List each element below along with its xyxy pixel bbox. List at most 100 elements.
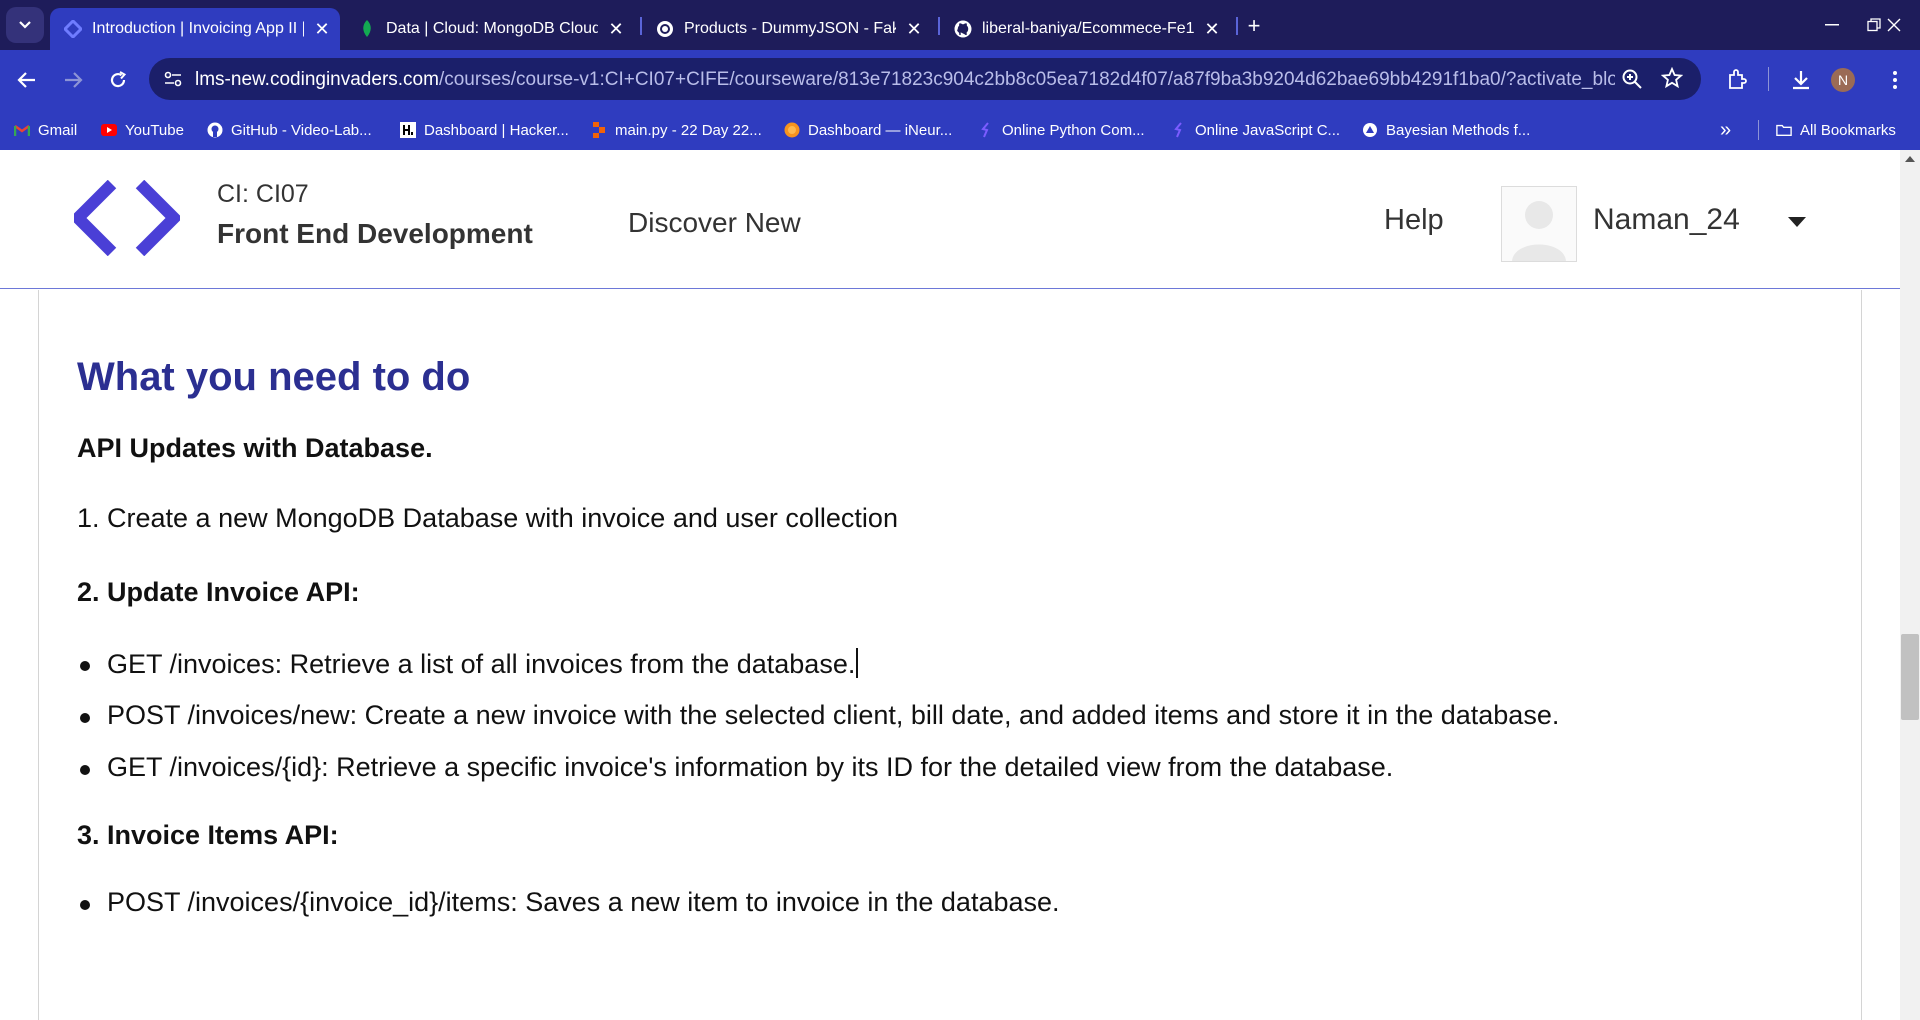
browser-tab-strip: Introduction | Invoicing App II | ✕ Data… <box>0 0 1920 50</box>
download-icon[interactable] <box>1786 65 1816 95</box>
bookmark-star-icon[interactable] <box>1660 66 1684 94</box>
bookmark-javascript-compiler[interactable]: Online JavaScript C... <box>1171 119 1340 141</box>
bookmark-gmail[interactable]: Gmail <box>14 119 77 141</box>
address-bar[interactable]: lms-new.codinginvaders.com/courses/cours… <box>149 58 1701 100</box>
username[interactable]: Naman_24 <box>1593 203 1740 237</box>
browser-tab[interactable]: Data | Cloud: MongoDB Cloud ✕ <box>344 8 634 50</box>
text-cursor <box>856 648 859 678</box>
user-avatar[interactable] <box>1501 186 1577 262</box>
bookmark-hackerrank[interactable]: Dashboard | Hacker... <box>400 119 569 141</box>
list-item: POST /invoices/{invoice_id}/items: Saves… <box>77 887 1060 918</box>
nav-help[interactable]: Help <box>1384 204 1444 237</box>
close-tab-icon[interactable]: ✕ <box>608 19 624 40</box>
bookmark-label: Dashboard — iNeur... <box>808 121 953 139</box>
bookmark-label: Gmail <box>38 121 78 139</box>
step-1: 1. Create a new MongoDB Database with in… <box>77 503 898 533</box>
youtube-icon <box>101 122 117 138</box>
gmail-icon <box>14 122 30 138</box>
more-menu-icon[interactable] <box>1880 65 1910 95</box>
course-code: CI: CI07 <box>217 180 309 208</box>
forward-arrow-icon[interactable] <box>58 65 88 95</box>
bookmark-bayesian[interactable]: Bayesian Methods f... <box>1362 119 1530 141</box>
step-3-title: 3. Invoice Items API: <box>77 820 339 850</box>
close-tab-icon[interactable]: ✕ <box>906 19 922 40</box>
profile-avatar[interactable]: N <box>1831 68 1855 92</box>
tab-title: liberal-baniya/Ecommece-Fe1-r <box>982 20 1194 37</box>
tab-separator <box>1236 17 1238 35</box>
url-host: lms-new.codinginvaders.com <box>195 69 439 90</box>
scrollbar-thumb[interactable] <box>1901 634 1919 720</box>
bookmark-ineuron[interactable]: Dashboard — iNeur... <box>784 119 952 141</box>
bookmark-youtube[interactable]: YouTube <box>101 119 184 141</box>
codinginvaders-logo-icon[interactable] <box>74 180 180 256</box>
bookmark-label: main.py - 22 Day 22... <box>615 121 762 139</box>
back-arrow-icon[interactable] <box>12 65 42 95</box>
course-name: Front End Development <box>217 218 533 249</box>
dummyjson-icon <box>656 20 674 38</box>
bookmark-label: Bayesian Methods f... <box>1386 121 1531 139</box>
mongodb-leaf-icon <box>358 20 376 38</box>
browser-tab-active[interactable]: Introduction | Invoicing App II | ✕ <box>50 8 340 50</box>
hackerrank-icon <box>400 122 416 138</box>
zoom-icon[interactable] <box>1621 68 1643 95</box>
section-heading: What you need to do <box>77 355 471 399</box>
list-item: GET /invoices: Retrieve a list of all in… <box>77 648 859 680</box>
all-bookmarks-button[interactable]: All Bookmarks <box>1776 119 1896 141</box>
list-item-text: POST /invoices/new: Create a new invoice… <box>107 700 1560 730</box>
programiz-icon <box>1171 122 1187 138</box>
section-title: API Updates with Database. <box>77 433 433 463</box>
extensions-icon[interactable] <box>1722 65 1752 95</box>
tab-title: Products - DummyJSON - Fake <box>684 20 896 37</box>
bookmark-label: GitHub - Video-Lab... <box>231 121 372 139</box>
bookmark-label: All Bookmarks <box>1800 121 1896 139</box>
tab-title: Data | Cloud: MongoDB Cloud <box>386 20 598 37</box>
browser-tab[interactable]: Products - DummyJSON - Fake ✕ <box>642 8 932 50</box>
lesson-content-frame: What you need to do API Updates with Dat… <box>38 290 1862 1020</box>
url-text[interactable]: lms-new.codinginvaders.com/courses/cours… <box>195 69 1615 91</box>
bookmark-python-compiler[interactable]: Online Python Com... <box>978 119 1145 141</box>
browser-toolbar: lms-new.codinginvaders.com/courses/cours… <box>0 50 1920 108</box>
chevron-down-icon <box>19 21 31 29</box>
close-tab-icon[interactable]: ✕ <box>1204 19 1220 40</box>
user-menu-caret-icon[interactable] <box>1788 217 1806 227</box>
minimize-icon[interactable] <box>1814 12 1850 38</box>
toolbar-divider <box>1768 67 1769 91</box>
close-tab-icon[interactable]: ✕ <box>314 19 330 40</box>
web-page: CI: CI07 Front End Development Discover … <box>0 150 1920 1020</box>
tab-title: Introduction | Invoicing App II | <box>92 20 304 37</box>
bookmarks-bar: Gmail YouTube GitHub - Video-Lab... Dash… <box>0 108 1920 150</box>
bookmark-label: YouTube <box>125 121 184 139</box>
bookmarks-divider <box>1758 120 1759 140</box>
new-tab-button[interactable]: + <box>1240 12 1268 40</box>
scroll-up-arrow-icon[interactable] <box>1905 156 1915 162</box>
list-item-text: GET /invoices/{id}: Retrieve a specific … <box>107 752 1394 782</box>
url-path: /courses/course-v1:CI+CI07+CIFE/coursewa… <box>438 69 1615 90</box>
web-icon <box>1362 122 1378 138</box>
user-silhouette-icon <box>1512 201 1566 261</box>
close-window-icon[interactable] <box>1876 12 1912 38</box>
browser-tab[interactable]: liberal-baniya/Ecommece-Fe1-r ✕ <box>940 8 1230 50</box>
github-icon <box>207 122 223 138</box>
folder-icon <box>1776 122 1792 138</box>
programiz-icon <box>978 122 994 138</box>
list-item-text: GET /invoices: Retrieve a list of all in… <box>107 649 856 679</box>
page-scrollbar[interactable] <box>1900 150 1920 1020</box>
step-2-title: 2. Update Invoice API: <box>77 577 360 607</box>
bookmark-label: Online JavaScript C... <box>1195 121 1341 139</box>
reload-icon[interactable] <box>103 65 133 95</box>
nav-discover-new[interactable]: Discover New <box>628 207 801 239</box>
site-header: CI: CI07 Front End Development Discover … <box>0 150 1900 289</box>
bookmark-label: Online Python Com... <box>1002 121 1145 139</box>
replit-icon <box>591 122 607 138</box>
bookmark-replit[interactable]: main.py - 22 Day 22... <box>591 119 762 141</box>
github-icon <box>954 20 972 38</box>
tab-search-button[interactable] <box>6 7 44 43</box>
list-item-text: POST /invoices/{invoice_id}/items: Saves… <box>107 887 1060 917</box>
ineuron-icon <box>784 122 800 138</box>
list-item: POST /invoices/new: Create a new invoice… <box>77 700 1559 731</box>
site-info-icon[interactable] <box>163 69 183 94</box>
list-item: GET /invoices/{id}: Retrieve a specific … <box>77 752 1393 783</box>
bookmark-label: Dashboard | Hacker... <box>424 121 569 139</box>
more-bookmarks-button[interactable]: » <box>1720 119 1731 141</box>
bookmark-github[interactable]: GitHub - Video-Lab... <box>207 119 372 141</box>
